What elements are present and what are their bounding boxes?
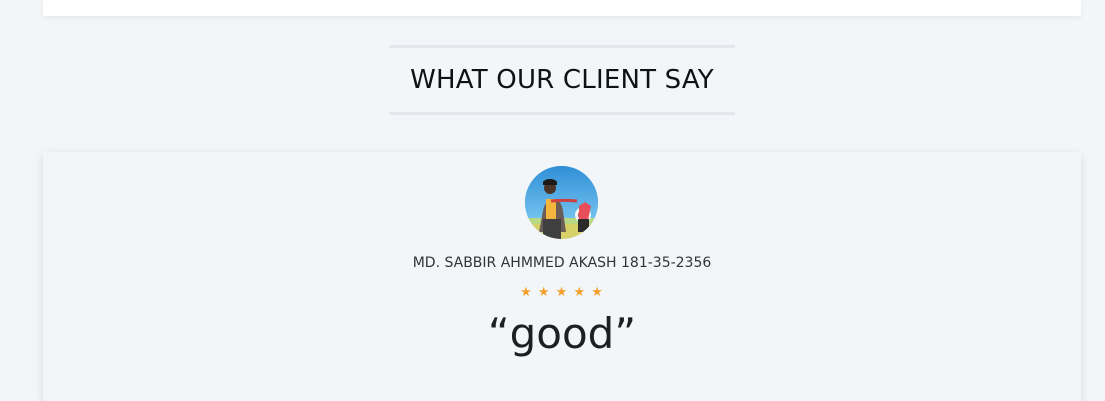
section-title-wrapper: WHAT OUR CLIENT SAY: [389, 45, 735, 115]
star-icon: ★: [591, 285, 604, 300]
top-card: [43, 0, 1081, 16]
star-icon: ★: [573, 285, 587, 300]
testimonial-quote: “good”: [487, 309, 637, 358]
client-name: MD. SABBIR AHMMED AKASH 181-35-2356: [412, 255, 712, 271]
star-icon: ★: [537, 285, 551, 300]
client-avatar: [525, 166, 598, 239]
section-title: WHAT OUR CLIENT SAY: [410, 65, 714, 95]
testimonial-card: MD. SABBIR AHMMED AKASH 181-35-2356 ★ ★ …: [43, 152, 1081, 401]
star-icon: ★: [555, 285, 569, 300]
rating-stars: ★ ★ ★ ★ ★: [43, 286, 1081, 299]
star-icon: ★: [520, 285, 533, 300]
